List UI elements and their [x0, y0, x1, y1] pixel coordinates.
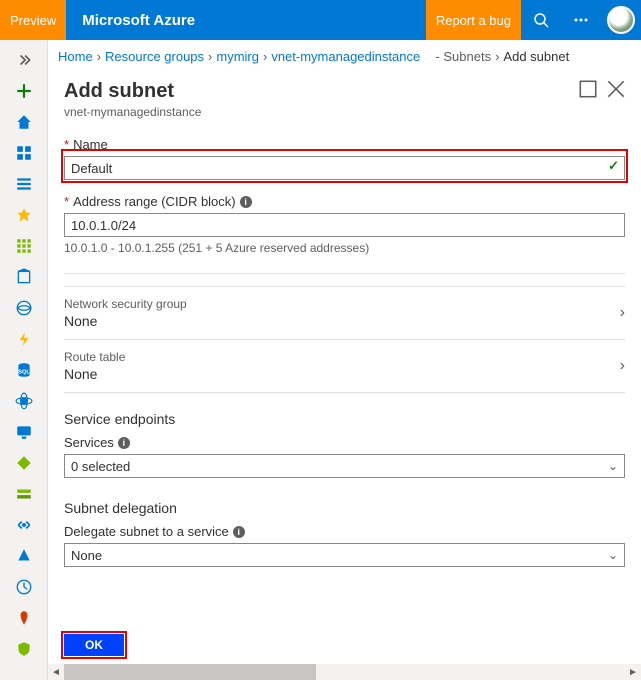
crumb-home[interactable]: Home — [58, 49, 93, 64]
chevron-right-icon: › — [620, 304, 625, 322]
route-table-label: Route table — [64, 350, 620, 364]
user-avatar[interactable] — [601, 0, 641, 40]
info-icon[interactable]: i — [233, 526, 245, 538]
ok-button[interactable]: OK — [64, 634, 124, 656]
resource-groups-icon[interactable] — [0, 261, 48, 292]
services-dropdown-value: 0 selected — [71, 459, 130, 474]
name-input-highlight: ✓ — [64, 152, 625, 180]
horizontal-scrollbar[interactable]: ◄ ► — [48, 664, 641, 680]
chevron-right-icon: › — [495, 49, 499, 64]
delegate-dropdown[interactable]: None ⌄ — [64, 543, 625, 567]
crumb-rg-name[interactable]: mymirg — [216, 49, 259, 64]
dashboard-icon[interactable] — [0, 137, 48, 168]
divider — [64, 273, 625, 274]
page-subtitle: vnet-mymanagedinstance — [64, 105, 625, 119]
chevron-right-icon: › — [620, 357, 625, 375]
cosmos-db-icon[interactable] — [0, 385, 48, 416]
chevron-down-icon: ⌄ — [608, 548, 618, 562]
subnet-delegation-heading: Subnet delegation — [64, 500, 625, 516]
chevron-down-icon: ⌄ — [608, 459, 618, 473]
load-balancers-icon[interactable] — [0, 447, 48, 478]
chevron-right-icon: › — [208, 49, 212, 64]
scrollbar-thumb[interactable] — [64, 664, 316, 680]
cidr-helper-text: 10.0.1.0 - 10.0.1.255 (251 + 5 Azure res… — [64, 241, 625, 255]
required-asterisk-icon: * — [64, 137, 69, 152]
scroll-right-icon[interactable]: ► — [625, 664, 641, 680]
crumb-current: Add subnet — [503, 49, 569, 64]
route-table-selector[interactable]: Route table None › — [64, 339, 625, 393]
crumb-subnets: - Subnets — [435, 49, 491, 64]
nsg-label: Network security group — [64, 297, 620, 311]
cidr-input[interactable] — [64, 213, 625, 237]
services-dropdown[interactable]: 0 selected ⌄ — [64, 454, 625, 478]
maximize-icon[interactable] — [579, 80, 597, 98]
required-asterisk-icon: * — [64, 194, 69, 209]
left-nav-rail: SQL — [0, 40, 48, 680]
security-center-icon[interactable] — [0, 633, 48, 664]
preview-badge: Preview — [0, 0, 66, 40]
info-icon[interactable]: i — [118, 437, 130, 449]
svg-text:SQL: SQL — [18, 369, 30, 375]
virtual-machines-icon[interactable] — [0, 416, 48, 447]
app-services-icon[interactable] — [0, 292, 48, 323]
function-apps-icon[interactable] — [0, 323, 48, 354]
monitor-icon[interactable] — [0, 571, 48, 602]
search-icon[interactable] — [521, 0, 561, 40]
service-endpoints-heading: Service endpoints — [64, 411, 625, 427]
nsg-value: None — [64, 313, 620, 329]
crumb-vnet[interactable]: vnet-mymanagedinstance — [271, 49, 420, 64]
sql-databases-icon[interactable]: SQL — [0, 354, 48, 385]
advisor-icon[interactable] — [0, 602, 48, 633]
page-title: Add subnet — [64, 80, 625, 103]
brand-title: Microsoft Azure — [66, 12, 426, 29]
report-bug-button[interactable]: Report a bug — [426, 0, 521, 40]
home-icon[interactable] — [0, 106, 48, 137]
more-icon[interactable] — [561, 0, 601, 40]
scroll-left-icon[interactable]: ◄ — [48, 664, 64, 680]
delegate-dropdown-value: None — [71, 548, 102, 563]
crumb-resource-groups[interactable]: Resource groups — [105, 49, 204, 64]
virtual-networks-icon[interactable] — [0, 509, 48, 540]
name-label: * Name — [64, 137, 625, 152]
close-icon[interactable] — [607, 80, 625, 98]
expand-menu-icon[interactable] — [0, 44, 48, 75]
chevron-right-icon: › — [263, 49, 267, 64]
breadcrumb: Home › Resource groups › mymirg › vnet-m… — [48, 40, 641, 72]
chevron-right-icon: › — [97, 49, 101, 64]
route-table-value: None — [64, 366, 620, 382]
info-icon[interactable]: i — [240, 196, 252, 208]
create-resource-icon[interactable] — [0, 75, 48, 106]
name-input[interactable] — [64, 156, 625, 180]
all-resources-icon[interactable] — [0, 230, 48, 261]
storage-accounts-icon[interactable] — [0, 478, 48, 509]
services-label: Services i — [64, 435, 625, 450]
check-icon: ✓ — [608, 158, 619, 174]
delegate-label: Delegate subnet to a service i — [64, 524, 625, 539]
nsg-selector[interactable]: Network security group None › — [64, 286, 625, 339]
azure-ad-icon[interactable] — [0, 540, 48, 571]
favorites-icon[interactable] — [0, 199, 48, 230]
all-services-icon[interactable] — [0, 168, 48, 199]
cidr-label: * Address range (CIDR block) i — [64, 194, 625, 209]
top-bar: Preview Microsoft Azure Report a bug — [0, 0, 641, 40]
